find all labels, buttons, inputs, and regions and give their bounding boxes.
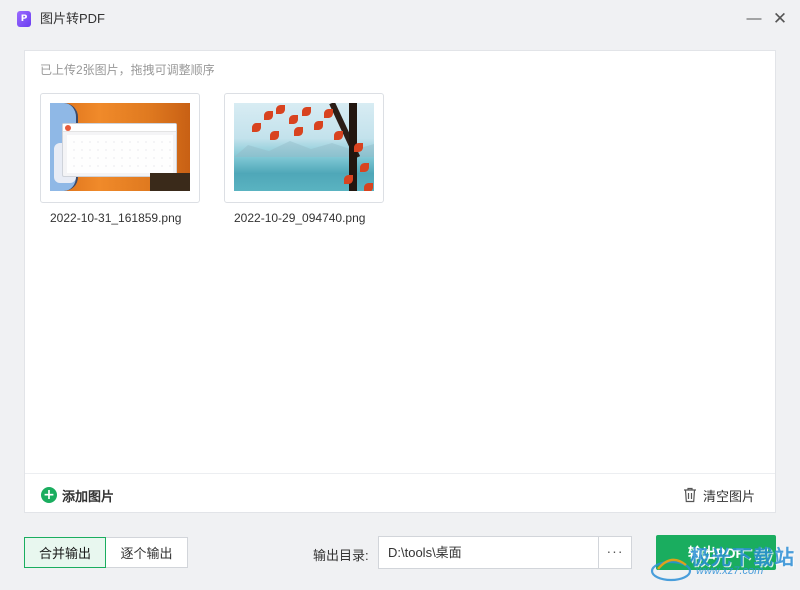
browse-button[interactable]: ··· [598, 536, 632, 569]
add-image-button[interactable]: + 添加图片 [41, 486, 114, 504]
single-output-button[interactable]: 逐个输出 [106, 537, 188, 568]
clear-images-label: 清空图片 [702, 488, 755, 504]
pdf-app-icon: P [17, 11, 31, 27]
image-filename-2: 2022-10-29_094740.png [234, 211, 366, 225]
app-icon-letter: P [20, 14, 28, 24]
trash-icon [683, 487, 696, 503]
minimize-icon[interactable]: — [744, 9, 764, 29]
export-pdf-button[interactable]: 输出PDF [656, 535, 776, 570]
upload-hint: 已上传2张图片，拖拽可调整顺序 [40, 63, 215, 77]
thumbnail-image-keyboard [50, 103, 190, 191]
panel-footer: + 添加图片 清空图片 [25, 473, 775, 513]
add-image-label: 添加图片 [62, 488, 115, 504]
close-icon[interactable]: ✕ [770, 9, 790, 29]
image-panel[interactable]: 已上传2张图片，拖拽可调整顺序 2022-10-31_161859.png 20… [24, 50, 776, 513]
clear-images-button[interactable]: 清空图片 [683, 486, 755, 504]
thumbnail-image-lake [234, 103, 374, 191]
image-thumbnail-2[interactable] [224, 93, 384, 203]
image-filename-1: 2022-10-31_161859.png [50, 211, 182, 225]
image-thumbnail-1[interactable] [40, 93, 200, 203]
window-title: 图片转PDF [40, 11, 106, 26]
title-bar: P 图片转PDF — ✕ [0, 0, 800, 38]
output-dir-label: 输出目录: [313, 548, 369, 563]
output-mode-group: 合并输出 逐个输出 [24, 537, 188, 568]
merge-output-button[interactable]: 合并输出 [24, 537, 106, 568]
plus-circle-icon: + [41, 487, 57, 503]
output-dir-field[interactable]: D:\tools\桌面 [378, 536, 598, 569]
